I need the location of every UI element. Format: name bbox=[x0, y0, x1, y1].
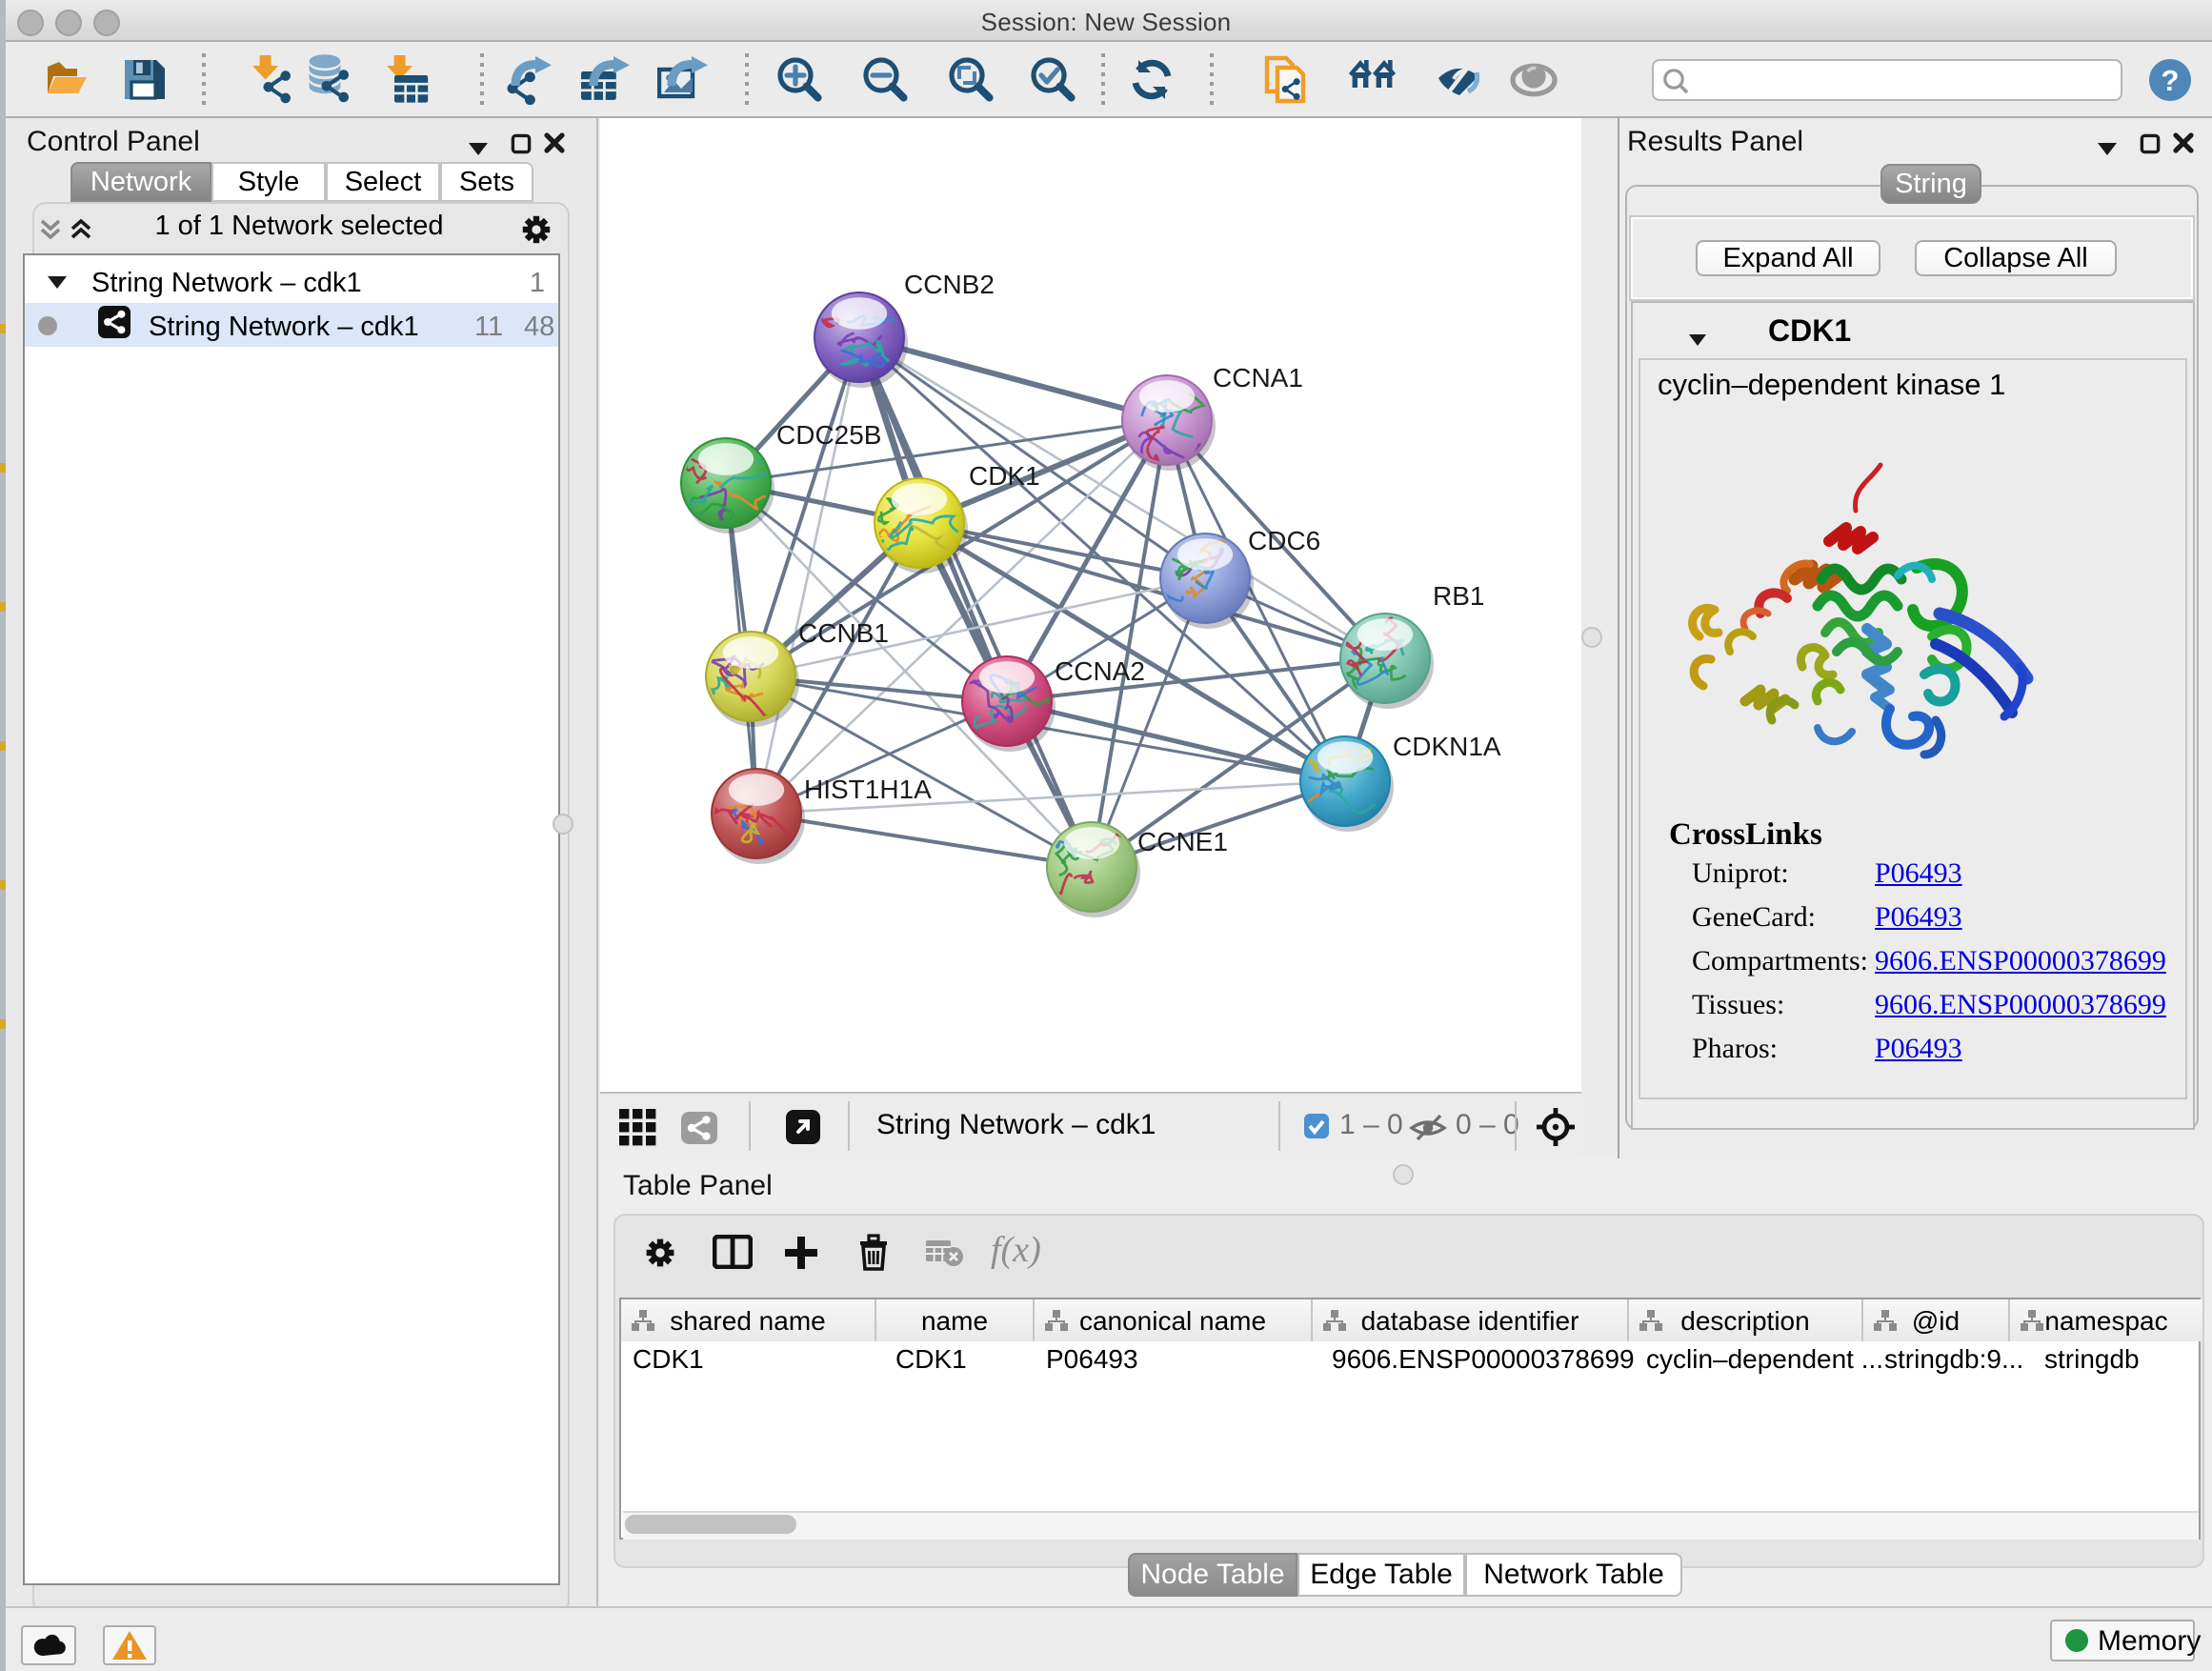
svg-text:CCNB1: CCNB1 bbox=[798, 618, 889, 648]
svg-text:CDC6: CDC6 bbox=[1248, 526, 1320, 555]
svg-text:CCNA2: CCNA2 bbox=[1055, 656, 1145, 686]
svg-text:?: ? bbox=[2162, 64, 2180, 97]
svg-text:CDK1: CDK1 bbox=[969, 461, 1040, 491]
svg-text:CDKN1A: CDKN1A bbox=[1393, 732, 1501, 761]
svg-text:CCNB2: CCNB2 bbox=[904, 270, 995, 299]
svg-text:CCNE1: CCNE1 bbox=[1137, 827, 1228, 856]
svg-text:CCNA1: CCNA1 bbox=[1213, 363, 1303, 393]
svg-text:RB1: RB1 bbox=[1433, 581, 1484, 611]
svg-text:HIST1H1A: HIST1H1A bbox=[804, 775, 932, 804]
svg-text:CDC25B: CDC25B bbox=[776, 420, 881, 450]
